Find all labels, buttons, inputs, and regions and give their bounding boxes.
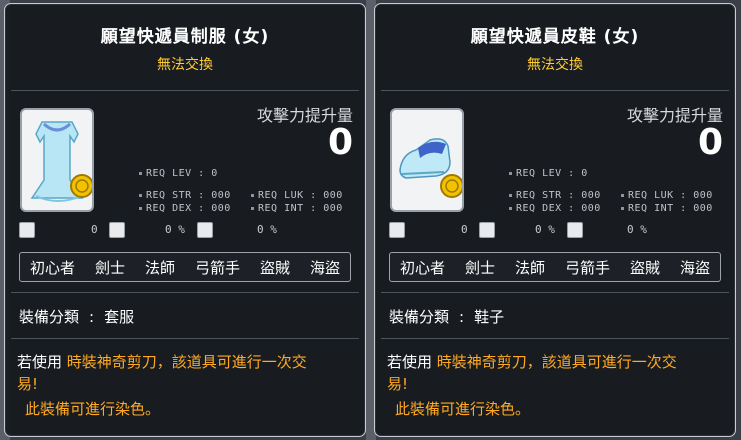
dye-notice: 此裝備可進行染色。	[25, 400, 161, 418]
job-thief: 盜賊	[629, 258, 660, 277]
item-tooltip-shoes: 願望快遞員皮鞋 (女) 無法交換 攻擊力提升量 0 REQ LEV : 0 RE…	[374, 3, 736, 437]
equip-category: 裝備分類: 鞋子	[389, 308, 505, 326]
req-lev: REQ LEV : 0	[139, 168, 218, 179]
attack-increase-value: 0	[327, 122, 353, 163]
req-dex: REQ DEX : 000	[509, 203, 601, 214]
job-magician: 法師	[144, 258, 175, 277]
scissors-notice: 若使用 時裝神奇剪刀，該道具可進行一次交 易!	[387, 353, 677, 393]
untradeable-label: 無法交換	[157, 57, 213, 73]
req-str: REQ STR : 000	[509, 190, 601, 201]
item-tooltip-dress: 願望快遞員制服 (女) 無法交換 攻擊力提升量 0 REQ LEV : 0 RE…	[4, 3, 366, 437]
untradeable-label: 無法交換	[527, 57, 583, 73]
req-int: REQ INT : 000	[251, 203, 343, 214]
shield-icon	[567, 222, 583, 238]
stat-value: 0	[461, 223, 468, 236]
item-icon-frame	[20, 108, 94, 212]
stat-value: 0 %	[165, 223, 185, 236]
item-title: 願望快遞員皮鞋 (女)	[470, 27, 640, 47]
stat-value: 0 %	[257, 223, 277, 236]
job-list: 初心者 劍士 法師 弓箭手 盜賊 海盜	[389, 252, 721, 282]
req-luk: REQ LUK : 000	[621, 190, 713, 201]
scissors-notice: 若使用 時裝神奇剪刀，該道具可進行一次交 易!	[17, 353, 307, 393]
job-bowman: 弓箭手	[194, 258, 240, 277]
job-pirate: 海盜	[679, 258, 710, 277]
shield-icon	[197, 222, 213, 238]
attack-increase-value: 0	[697, 122, 723, 163]
job-beginner: 初心者	[29, 258, 75, 277]
job-bowman: 弓箭手	[564, 258, 610, 277]
req-dex: REQ DEX : 000	[139, 203, 231, 214]
req-str: REQ STR : 000	[139, 190, 231, 201]
job-magician: 法師	[514, 258, 545, 277]
stat-value: 0 %	[535, 223, 555, 236]
job-warrior: 劍士	[464, 258, 495, 277]
equip-category: 裝備分類: 套服	[19, 308, 135, 326]
req-lev: REQ LEV : 0	[509, 168, 588, 179]
stat-value: 0	[91, 223, 98, 236]
divider	[381, 90, 729, 91]
divider	[11, 292, 359, 293]
job-beginner: 初心者	[399, 258, 445, 277]
star-force-icon	[109, 222, 125, 238]
job-warrior: 劍士	[94, 258, 125, 277]
divider	[381, 338, 729, 339]
req-luk: REQ LUK : 000	[251, 190, 343, 201]
job-pirate: 海盜	[309, 258, 340, 277]
item-icon-frame	[390, 108, 464, 212]
divider	[11, 338, 359, 339]
shoe-icon	[399, 138, 462, 198]
dress-icon	[30, 121, 92, 202]
job-list: 初心者 劍士 法師 弓箭手 盜賊 海盜	[19, 252, 351, 282]
job-thief: 盜賊	[259, 258, 290, 277]
dye-notice: 此裝備可進行染色。	[395, 400, 531, 418]
stat-value: 0 %	[627, 223, 647, 236]
upgrade-icon	[19, 222, 35, 238]
upgrade-icon	[389, 222, 405, 238]
item-title: 願望快遞員制服 (女)	[100, 27, 270, 47]
req-int: REQ INT : 000	[621, 203, 713, 214]
divider	[381, 292, 729, 293]
divider	[11, 90, 359, 91]
star-force-icon	[479, 222, 495, 238]
